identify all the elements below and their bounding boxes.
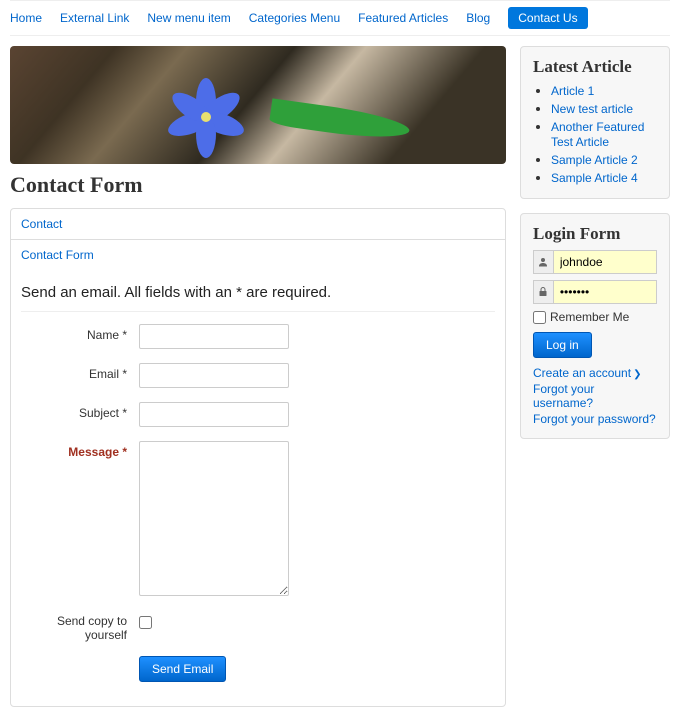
password-input[interactable] bbox=[554, 281, 656, 303]
nav-featured-articles[interactable]: Featured Articles bbox=[358, 11, 448, 25]
email-input[interactable] bbox=[139, 363, 289, 388]
lock-icon bbox=[534, 281, 554, 303]
latest-article-box: Latest Article Article 1 New test articl… bbox=[520, 46, 670, 199]
tab-contact[interactable]: Contact bbox=[11, 209, 505, 239]
remember-me-label[interactable]: Remember Me bbox=[533, 310, 657, 324]
subject-label: Subject * bbox=[21, 402, 139, 420]
list-item: Sample Article 2 bbox=[551, 152, 657, 167]
list-item: Another Featured Test Article bbox=[551, 119, 657, 149]
forgot-username-link[interactable]: Forgot your username? bbox=[533, 382, 657, 410]
copy-label: Send copy to yourself bbox=[21, 610, 139, 642]
list-item: Article 1 bbox=[551, 83, 657, 98]
list-item: New test article bbox=[551, 101, 657, 116]
message-textarea[interactable] bbox=[139, 441, 289, 596]
remember-me-checkbox[interactable] bbox=[533, 311, 546, 324]
nav-new-menu-item[interactable]: New menu item bbox=[147, 11, 230, 25]
content-box: Contact Contact Form Send an email. All … bbox=[10, 208, 506, 707]
login-button[interactable]: Log in bbox=[533, 332, 592, 358]
subject-input[interactable] bbox=[139, 402, 289, 427]
nav-categories-menu[interactable]: Categories Menu bbox=[249, 11, 340, 25]
nav-external-link[interactable]: External Link bbox=[60, 11, 129, 25]
list-item: Sample Article 4 bbox=[551, 170, 657, 185]
chevron-right-icon: ❯ bbox=[633, 369, 641, 380]
forgot-password-link[interactable]: Forgot your password? bbox=[533, 412, 657, 426]
copy-checkbox[interactable] bbox=[139, 616, 152, 629]
latest-link[interactable]: Article 1 bbox=[551, 84, 594, 98]
top-nav: Home External Link New menu item Categor… bbox=[10, 0, 670, 36]
remember-me-text: Remember Me bbox=[550, 310, 629, 324]
nav-blog[interactable]: Blog bbox=[466, 11, 490, 25]
email-label: Email * bbox=[21, 363, 139, 381]
page-title: Contact Form bbox=[10, 172, 506, 198]
tab-contact-form[interactable]: Contact Form bbox=[11, 239, 505, 270]
create-account-link[interactable]: Create an account❯ bbox=[533, 366, 657, 380]
message-label: Message * bbox=[21, 441, 139, 459]
hero-image bbox=[10, 46, 506, 164]
latest-link[interactable]: New test article bbox=[551, 102, 633, 116]
nav-contact-us[interactable]: Contact Us bbox=[508, 7, 587, 29]
username-input[interactable] bbox=[554, 251, 656, 273]
login-form-box: Login Form Remember Me Lo bbox=[520, 213, 670, 439]
latest-article-heading: Latest Article bbox=[533, 57, 657, 77]
latest-link[interactable]: Sample Article 2 bbox=[551, 153, 638, 167]
form-description: Send an email. All fields with an * are … bbox=[21, 280, 495, 312]
latest-link[interactable]: Another Featured Test Article bbox=[551, 120, 644, 149]
login-form-heading: Login Form bbox=[533, 224, 657, 244]
name-label: Name * bbox=[21, 324, 139, 342]
nav-home[interactable]: Home bbox=[10, 11, 42, 25]
name-input[interactable] bbox=[139, 324, 289, 349]
user-icon bbox=[534, 251, 554, 273]
latest-link[interactable]: Sample Article 4 bbox=[551, 171, 638, 185]
send-email-button[interactable]: Send Email bbox=[139, 656, 226, 682]
